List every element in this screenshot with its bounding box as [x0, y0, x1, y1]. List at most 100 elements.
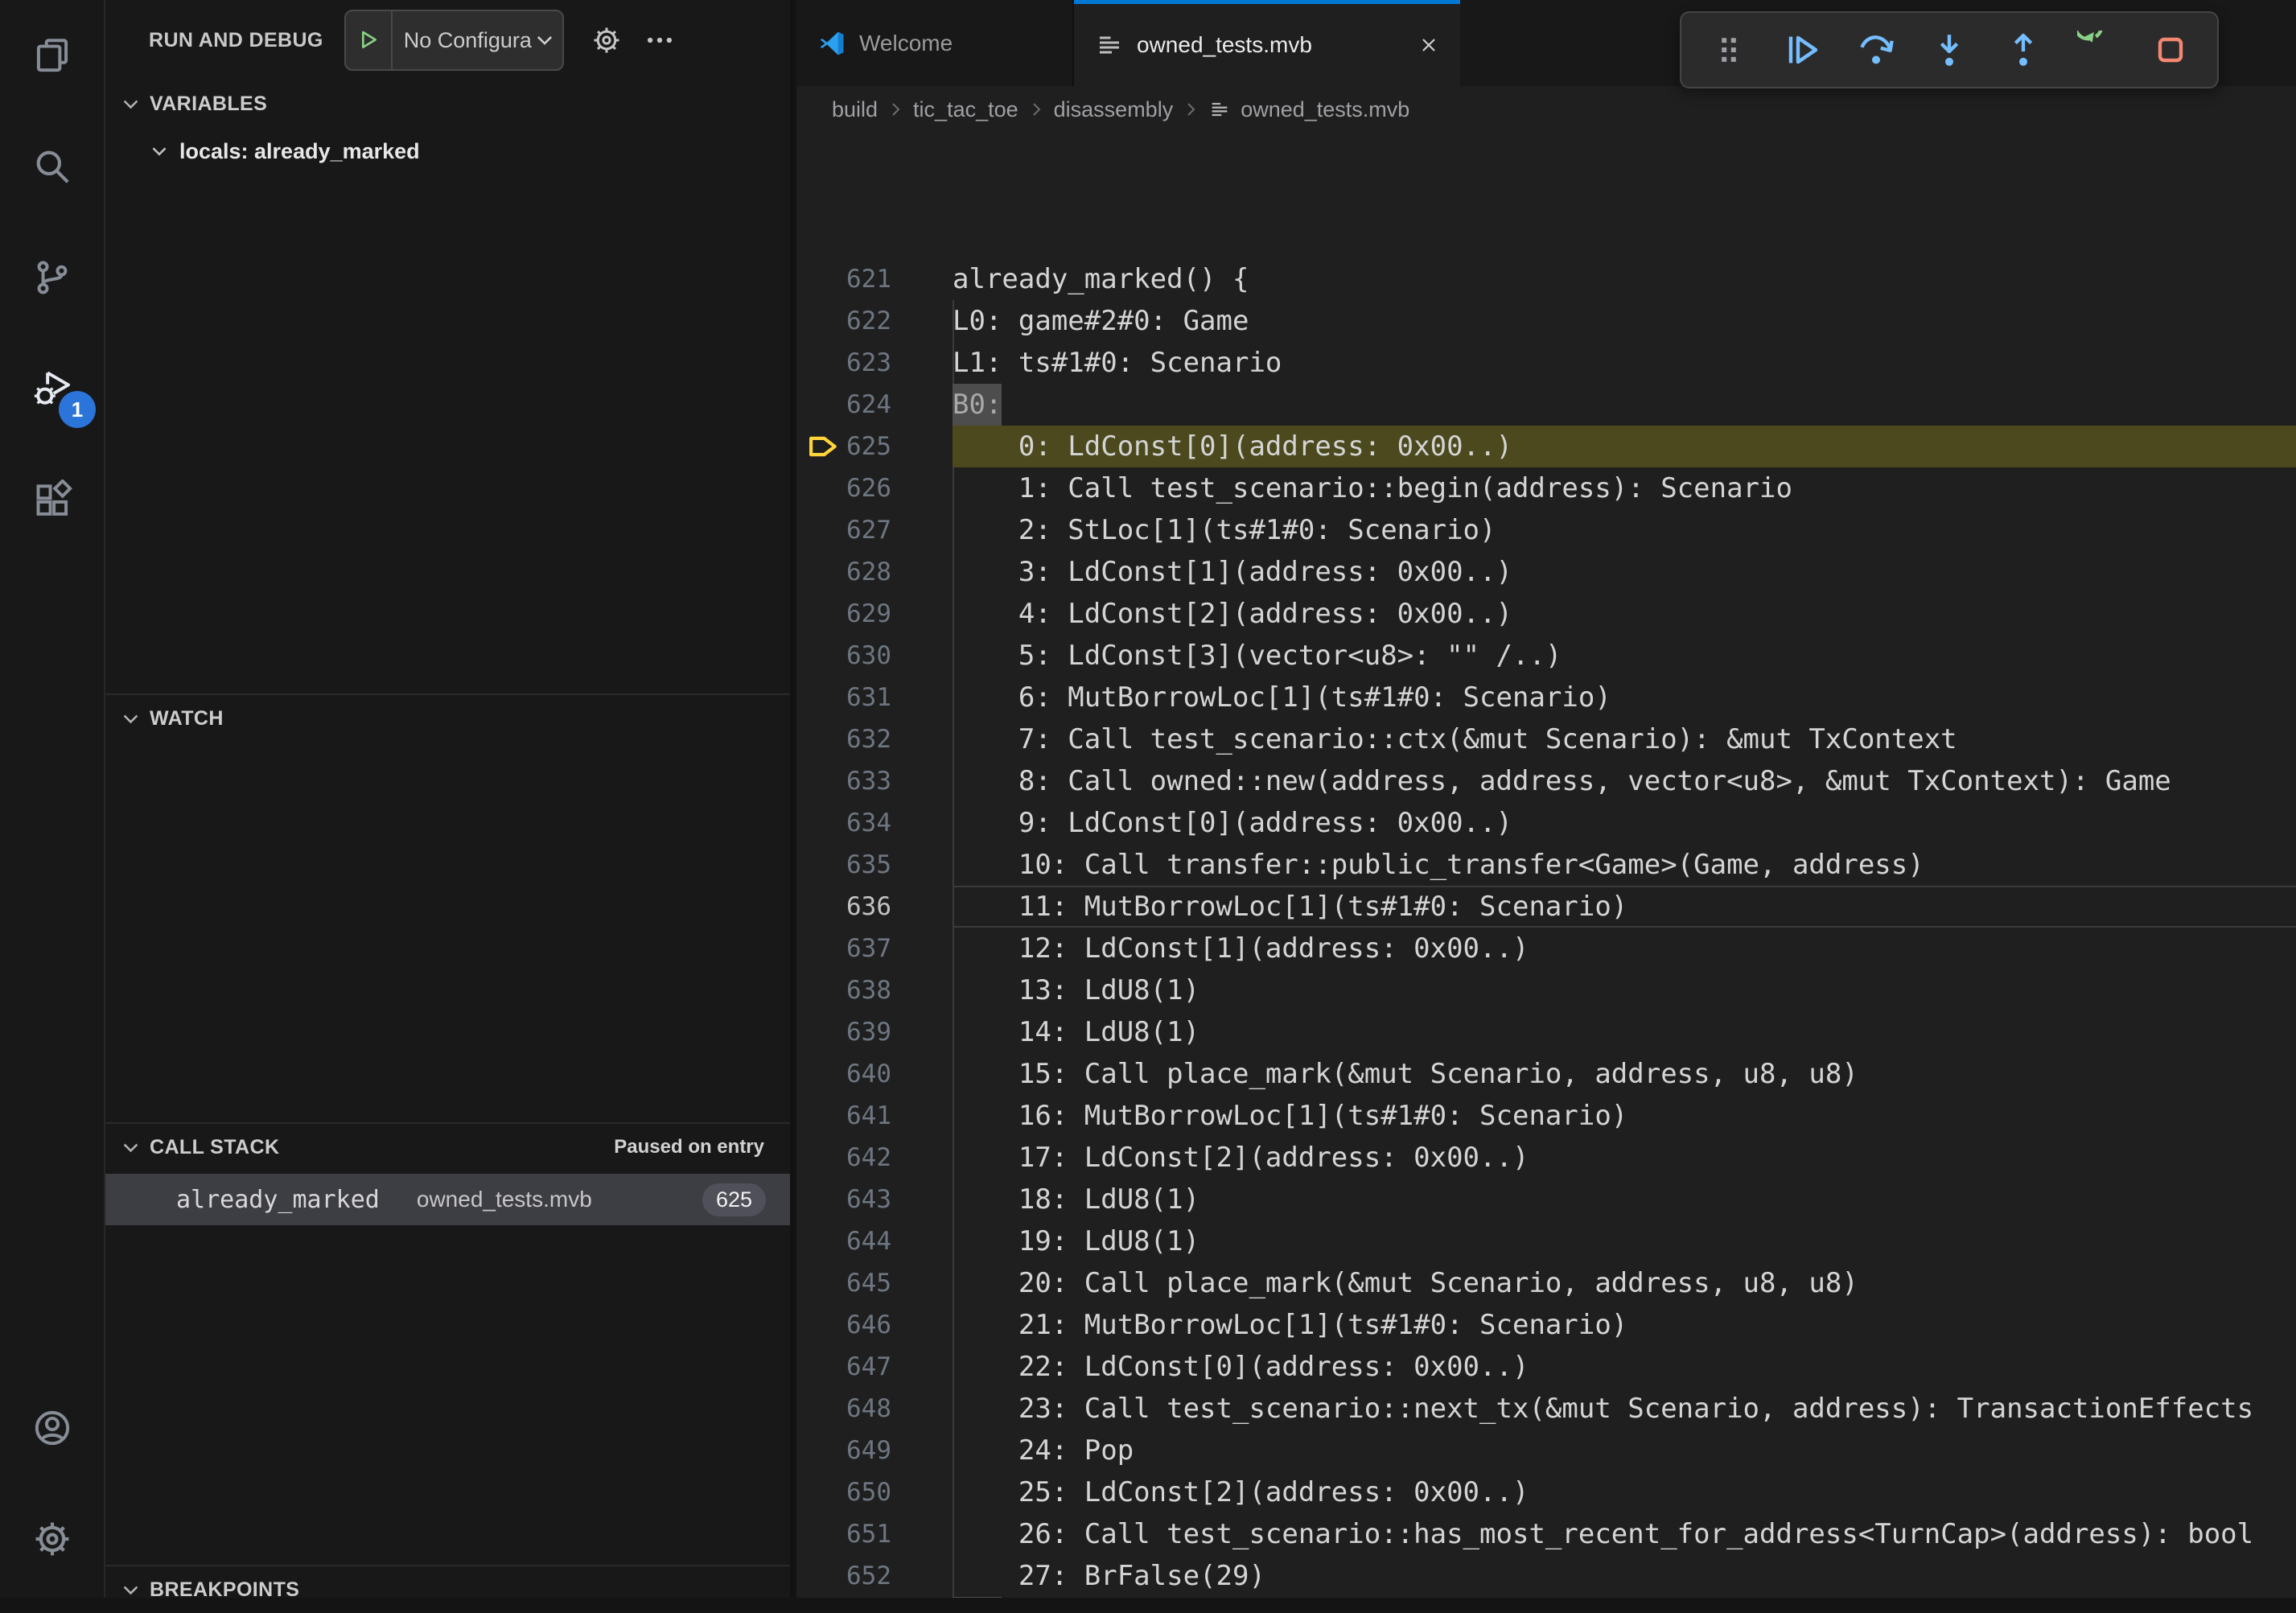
line-number: 647 [841, 1346, 953, 1388]
breadcrumb-item[interactable]: tic_tac_toe [913, 97, 1018, 122]
code-line[interactable]: 621already_marked() { [796, 258, 2296, 300]
code-line[interactable]: 647 22: LdConst[0](address: 0x00..) [796, 1346, 2296, 1388]
code-line[interactable]: 633 8: Call owned::new(address, address,… [796, 760, 2296, 802]
gutter[interactable]: 647 [796, 1346, 953, 1388]
gutter[interactable]: 621 [796, 258, 953, 300]
gutter[interactable]: 648 [796, 1388, 953, 1430]
gutter[interactable]: 632 [796, 718, 953, 760]
gutter[interactable]: 623 [796, 342, 953, 384]
breadcrumb-item[interactable]: owned_tests.mvb [1241, 97, 1409, 122]
breadcrumb-item[interactable]: build [832, 97, 878, 122]
gutter[interactable]: 642 [796, 1137, 953, 1179]
gutter[interactable]: 628 [796, 551, 953, 593]
gutter[interactable]: 622 [796, 300, 953, 342]
gutter[interactable]: 626 [796, 467, 953, 509]
start-debug-button[interactable] [346, 11, 393, 69]
code-line[interactable]: 641 16: MutBorrowLoc[1](ts#1#0: Scenario… [796, 1095, 2296, 1137]
gutter[interactable]: 637 [796, 928, 953, 969]
activity-item-search[interactable] [0, 111, 104, 222]
code-line[interactable]: 634 9: LdConst[0](address: 0x00..) [796, 802, 2296, 844]
gutter[interactable]: 631 [796, 677, 953, 718]
code-line[interactable]: 635 10: Call transfer::public_transfer<G… [796, 844, 2296, 886]
gutter[interactable]: 644 [796, 1220, 953, 1262]
code-line[interactable]: 626 1: Call test_scenario::begin(address… [796, 467, 2296, 509]
code-line[interactable]: 623L1: ts#1#0: Scenario [796, 342, 2296, 384]
call-stack-frame[interactable]: already_marked owned_tests.mvb 625 [105, 1174, 790, 1225]
code-line[interactable]: 631 6: MutBorrowLoc[1](ts#1#0: Scenario) [796, 677, 2296, 718]
gutter[interactable]: 650 [796, 1471, 953, 1513]
code-line[interactable]: 628 3: LdConst[1](address: 0x00..) [796, 551, 2296, 593]
call-stack-section-header[interactable]: CALL STACK Paused on entry [105, 1124, 790, 1171]
gutter[interactable]: 643 [796, 1179, 953, 1220]
views-more-button[interactable] [644, 25, 675, 56]
gutter[interactable]: 652 [796, 1555, 953, 1597]
gutter[interactable]: 633 [796, 760, 953, 802]
code-line[interactable]: 629 4: LdConst[2](address: 0x00..) [796, 593, 2296, 635]
tab-owned-tests[interactable]: owned_tests.mvb [1074, 0, 1460, 86]
activity-item-account[interactable] [0, 1372, 104, 1483]
watch-section-header[interactable]: WATCH [105, 695, 790, 742]
gutter[interactable]: 649 [796, 1430, 953, 1471]
activity-item-source-control[interactable] [0, 222, 104, 333]
step-out-icon[interactable] [1997, 23, 2050, 76]
restart-icon[interactable] [2070, 23, 2123, 76]
code-line[interactable]: 643 18: LdU8(1) [796, 1179, 2296, 1220]
gutter[interactable]: 646 [796, 1304, 953, 1346]
code-line[interactable]: 645 20: Call place_mark(&mut Scenario, a… [796, 1262, 2296, 1304]
debug-settings-button[interactable] [591, 25, 622, 56]
code-line[interactable]: 637 12: LdConst[1](address: 0x00..) [796, 928, 2296, 969]
close-icon[interactable] [1418, 35, 1439, 56]
line-number: 641 [841, 1095, 953, 1137]
code-editor[interactable]: 621already_marked() {622L0: game#2#0: Ga… [796, 133, 2296, 1598]
step-into-icon[interactable] [1923, 23, 1976, 76]
breakpoints-section-header[interactable]: BREAKPOINTS [105, 1566, 790, 1613]
code-line[interactable]: 625 0: LdConst[0](address: 0x00..) [796, 426, 2296, 467]
gutter[interactable]: 639 [796, 1011, 953, 1053]
variables-scope-row[interactable]: locals: already_marked [105, 127, 790, 175]
code-line[interactable]: 640 15: Call place_mark(&mut Scenario, a… [796, 1053, 2296, 1095]
code-line[interactable]: 630 5: LdConst[3](vector<u8>: "" /..) [796, 635, 2296, 677]
tab-welcome[interactable]: Welcome [796, 0, 1074, 86]
gutter[interactable]: 625 [796, 426, 953, 467]
gutter[interactable]: 634 [796, 802, 953, 844]
code-line[interactable]: 650 25: LdConst[2](address: 0x00..) [796, 1471, 2296, 1513]
gutter[interactable]: 636 [796, 886, 953, 928]
gutter[interactable]: 630 [796, 635, 953, 677]
gutter[interactable]: 645 [796, 1262, 953, 1304]
gutter[interactable]: 641 [796, 1095, 953, 1137]
breadcrumb-item[interactable]: disassembly [1054, 97, 1174, 122]
code-line[interactable]: 652 27: BrFalse(29) [796, 1555, 2296, 1597]
activity-item-run-and-debug[interactable]: 1 [0, 333, 104, 444]
code-line[interactable]: 632 7: Call test_scenario::ctx(&mut Scen… [796, 718, 2296, 760]
code-line[interactable]: 638 13: LdU8(1) [796, 969, 2296, 1011]
continue-icon[interactable] [1775, 23, 1829, 76]
run-and-debug-sidebar: RUN AND DEBUG No Configura [105, 0, 793, 1598]
gutter[interactable]: 624 [796, 384, 953, 426]
drag-grip-icon[interactable] [1702, 23, 1755, 76]
gutter[interactable]: 627 [796, 509, 953, 551]
debug-config-dropdown[interactable]: No Configura [344, 10, 564, 71]
code-line[interactable]: 636 11: MutBorrowLoc[1](ts#1#0: Scenario… [796, 886, 2296, 928]
gutter[interactable]: 638 [796, 969, 953, 1011]
gutter[interactable]: 640 [796, 1053, 953, 1095]
code-line[interactable]: 639 14: LdU8(1) [796, 1011, 2296, 1053]
activity-item-settings[interactable] [0, 1483, 104, 1594]
code-line[interactable]: 646 21: MutBorrowLoc[1](ts#1#0: Scenario… [796, 1304, 2296, 1346]
code-line[interactable]: 651 26: Call test_scenario::has_most_rec… [796, 1513, 2296, 1555]
code-line[interactable]: 648 23: Call test_scenario::next_tx(&mut… [796, 1388, 2296, 1430]
activity-item-explorer[interactable] [0, 0, 104, 111]
code-line-text: 12: LdConst[1](address: 0x00..) [953, 928, 2296, 969]
stop-icon[interactable] [2144, 23, 2197, 76]
code-line[interactable]: 644 19: LdU8(1) [796, 1220, 2296, 1262]
gutter[interactable]: 629 [796, 593, 953, 635]
variables-section-header[interactable]: VARIABLES [105, 80, 790, 127]
code-line[interactable]: 627 2: StLoc[1](ts#1#0: Scenario) [796, 509, 2296, 551]
gutter[interactable]: 651 [796, 1513, 953, 1555]
code-line[interactable]: 642 17: LdConst[2](address: 0x00..) [796, 1137, 2296, 1179]
step-over-icon[interactable] [1850, 23, 1903, 76]
gutter[interactable]: 635 [796, 844, 953, 886]
activity-item-extensions[interactable] [0, 444, 104, 555]
code-line[interactable]: 649 24: Pop [796, 1430, 2296, 1471]
code-line[interactable]: 624B0: [796, 384, 2296, 426]
code-line[interactable]: 622L0: game#2#0: Game [796, 300, 2296, 342]
